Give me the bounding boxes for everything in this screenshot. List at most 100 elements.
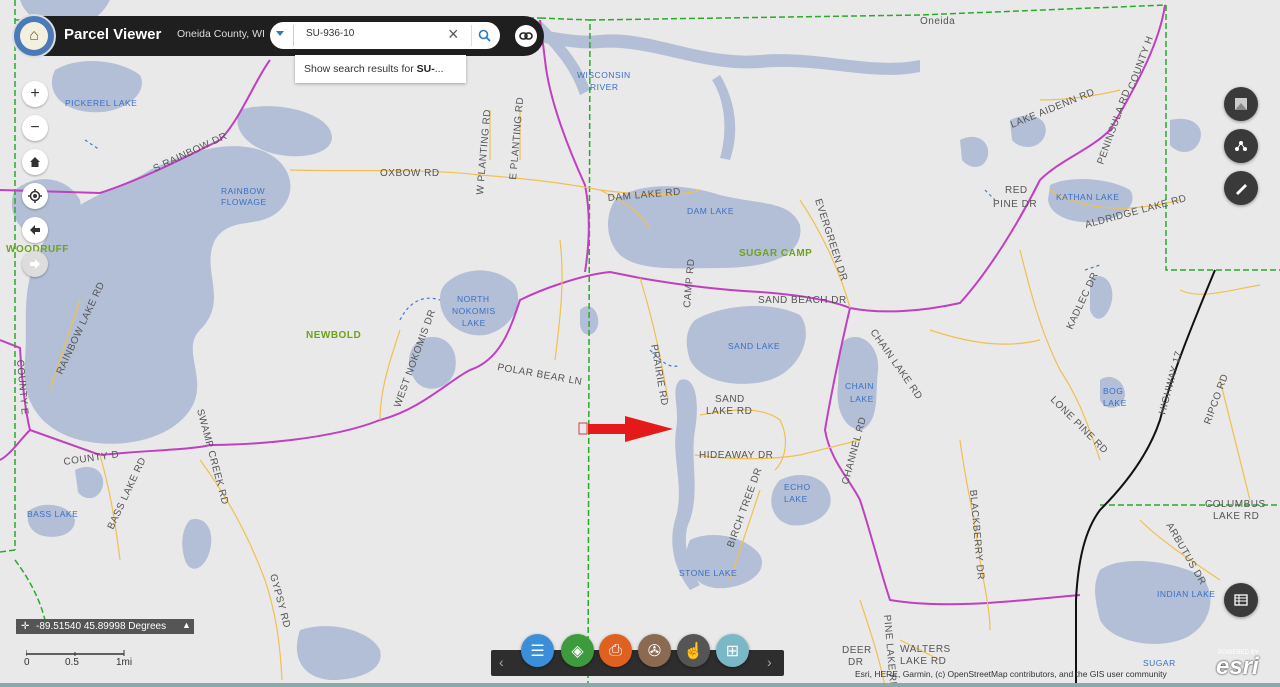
suggestion-prefix: Show search results for	[304, 63, 417, 75]
scale-half: 0.5	[65, 657, 79, 668]
media-button[interactable]: ✇	[638, 634, 671, 667]
water-north-nokomis-3: LAKE	[462, 318, 486, 328]
table-icon	[1234, 594, 1248, 606]
share-link-button[interactable]	[515, 25, 537, 47]
chevron-up-icon[interactable]: ▲	[182, 618, 191, 633]
esri-logo: POWERED BY esri	[1216, 650, 1272, 680]
label-ripco-rd: RIPCO RD	[1202, 373, 1230, 426]
scale-bar-line	[26, 650, 125, 656]
basemap-icon	[1235, 98, 1247, 110]
label-deer-dr-1: DEER	[842, 645, 872, 656]
label-walters-lake-rd-1: WALTERS	[900, 644, 951, 655]
label-red-pine-dr-1: RED	[1005, 185, 1028, 196]
back-arrow-icon	[30, 225, 40, 235]
suggestion-suffix: ...	[434, 63, 444, 75]
coordinate-text: -89.51540 45.89998 Degrees	[36, 621, 167, 632]
toolbar-next-icon[interactable]: ›	[767, 654, 772, 670]
next-extent-button[interactable]	[22, 251, 48, 277]
map-canvas[interactable]: OXBOW RD DAM LAKE RD SAND BEACH DR COUNT…	[0, 0, 1280, 687]
map-credit: Esri, HERE, Garmin, (c) OpenStreetMap co…	[855, 669, 1167, 679]
app-title: Parcel Viewer	[64, 26, 162, 43]
label-blackberry-dr: BLACKBERRY DR	[967, 489, 986, 580]
scale-one: 1mi	[116, 657, 133, 668]
water-kathan-lake: KATHAN LAKE	[1056, 192, 1119, 202]
label-oxbow-rd: OXBOW RD	[380, 168, 440, 179]
water-echo-lake-2: LAKE	[784, 494, 808, 504]
label-columbus-lake-rd-2: LAKE RD	[1213, 511, 1259, 522]
esri-brand: esri	[1216, 653, 1259, 680]
home-icon	[30, 157, 40, 167]
label-county-d: COUNTY D	[63, 449, 120, 468]
print-button[interactable]: ⎙	[599, 634, 632, 667]
location-arrow-marker	[578, 416, 673, 442]
label-bass-lake-rd: BASS LAKE RD	[106, 456, 149, 532]
water-wisconsin-river-2: RIVER	[590, 82, 618, 92]
label-walters-lake-rd-2: LAKE RD	[900, 656, 946, 667]
water-bog-lake-1: BOG	[1103, 386, 1123, 396]
label-sand-lake-rd-1: SAND	[715, 394, 745, 405]
water-chain-lake-2: LAKE	[850, 394, 874, 404]
water-rainbow-flowage-2: FLOWAGE	[221, 197, 267, 207]
water-sand-lake: SAND LAKE	[728, 341, 780, 351]
search-suggestion[interactable]: Show search results for SU-...	[295, 55, 466, 83]
place-newbold: NEWBOLD	[306, 330, 361, 341]
link-icon	[519, 32, 533, 40]
label-sand-lake-rd-2: LAKE RD	[706, 406, 752, 417]
zoom-in-button[interactable]: +	[22, 81, 48, 107]
zoom-in-icon: +	[30, 85, 40, 102]
previous-extent-button[interactable]	[22, 217, 48, 243]
water-indian-lake: INDIAN LAKE	[1157, 589, 1215, 599]
window-bottom-edge	[0, 683, 1280, 687]
water-bodies	[11, 0, 1211, 680]
layers-button[interactable]: ◈	[561, 634, 594, 667]
search-button[interactable]	[471, 25, 496, 46]
bookmark-button[interactable]: ⊞	[716, 634, 749, 667]
water-north-nokomis-1: NORTH	[457, 294, 490, 304]
forward-arrow-icon	[30, 259, 40, 269]
water-north-nokomis-2: NOKOMIS	[452, 306, 496, 316]
zoom-out-icon: −	[30, 119, 40, 136]
county-logo[interactable]: ⌂	[12, 14, 56, 58]
select-icon: ☝	[683, 642, 704, 660]
legend-button[interactable]: ☰	[521, 634, 554, 667]
label-prairie-rd: PRAIRIE RD	[648, 344, 670, 407]
label-sand-beach-dr: SAND BEACH DR	[758, 295, 847, 306]
measure-button[interactable]	[1224, 171, 1258, 205]
label-w-planting-rd: W PLANTING RD	[475, 109, 493, 196]
app-subtitle: Oneida County, WI	[177, 28, 265, 40]
water-bog-lake-2: LAKE	[1103, 398, 1127, 408]
select-button[interactable]: ☝	[677, 634, 710, 667]
suggestion-bold: SU-	[416, 63, 435, 75]
share-button[interactable]	[1224, 129, 1258, 163]
zoom-out-button[interactable]: −	[22, 115, 48, 141]
label-swamp-creek-rd: SWAMP CREEK RD	[194, 408, 230, 506]
list-icon: ☰	[530, 642, 545, 660]
crosshair-icon: ✛	[21, 621, 30, 632]
water-pickerel-lake: PICKEREL LAKE	[65, 98, 137, 108]
search-divider	[293, 25, 294, 46]
print-icon: ⎙	[609, 641, 622, 659]
label-evergreen-dr: EVERGREEN DR	[812, 198, 849, 283]
water-rainbow-flowage-1: RAINBOW	[221, 186, 265, 196]
film-icon: ✇	[647, 642, 662, 660]
locate-icon	[28, 189, 42, 203]
label-red-pine-dr-2: PINE DR	[993, 199, 1037, 210]
water-echo-lake-1: ECHO	[784, 482, 811, 492]
basemap-button[interactable]	[1224, 87, 1258, 121]
locate-button[interactable]	[22, 183, 48, 209]
coordinate-readout[interactable]: ✛ -89.51540 45.89998 Degrees ▲	[16, 619, 194, 634]
clear-search-icon[interactable]: ×	[448, 24, 459, 45]
app-header: ⌂ Parcel Viewer Oneida County, WI ×	[12, 14, 544, 58]
toolbar-prev-icon[interactable]: ‹	[499, 654, 504, 670]
attribute-table-button[interactable]	[1224, 583, 1258, 617]
label-highway-17: HIGHWAY 17	[1157, 350, 1185, 416]
search-source-dropdown-icon[interactable]	[276, 31, 284, 36]
water-sugar: SUGAR	[1143, 658, 1176, 668]
label-columbus-lake-rd-1: COLUMBUS	[1205, 499, 1266, 510]
search-input[interactable]	[304, 27, 448, 40]
home-button[interactable]	[22, 149, 48, 175]
water-stone-lake: STONE LAKE	[679, 568, 737, 578]
layers-icon: ◈	[571, 642, 584, 660]
water-bass-lake: BASS LAKE	[27, 509, 78, 519]
label-lake-aidenn-rd: LAKE AIDENN RD	[1009, 87, 1096, 131]
